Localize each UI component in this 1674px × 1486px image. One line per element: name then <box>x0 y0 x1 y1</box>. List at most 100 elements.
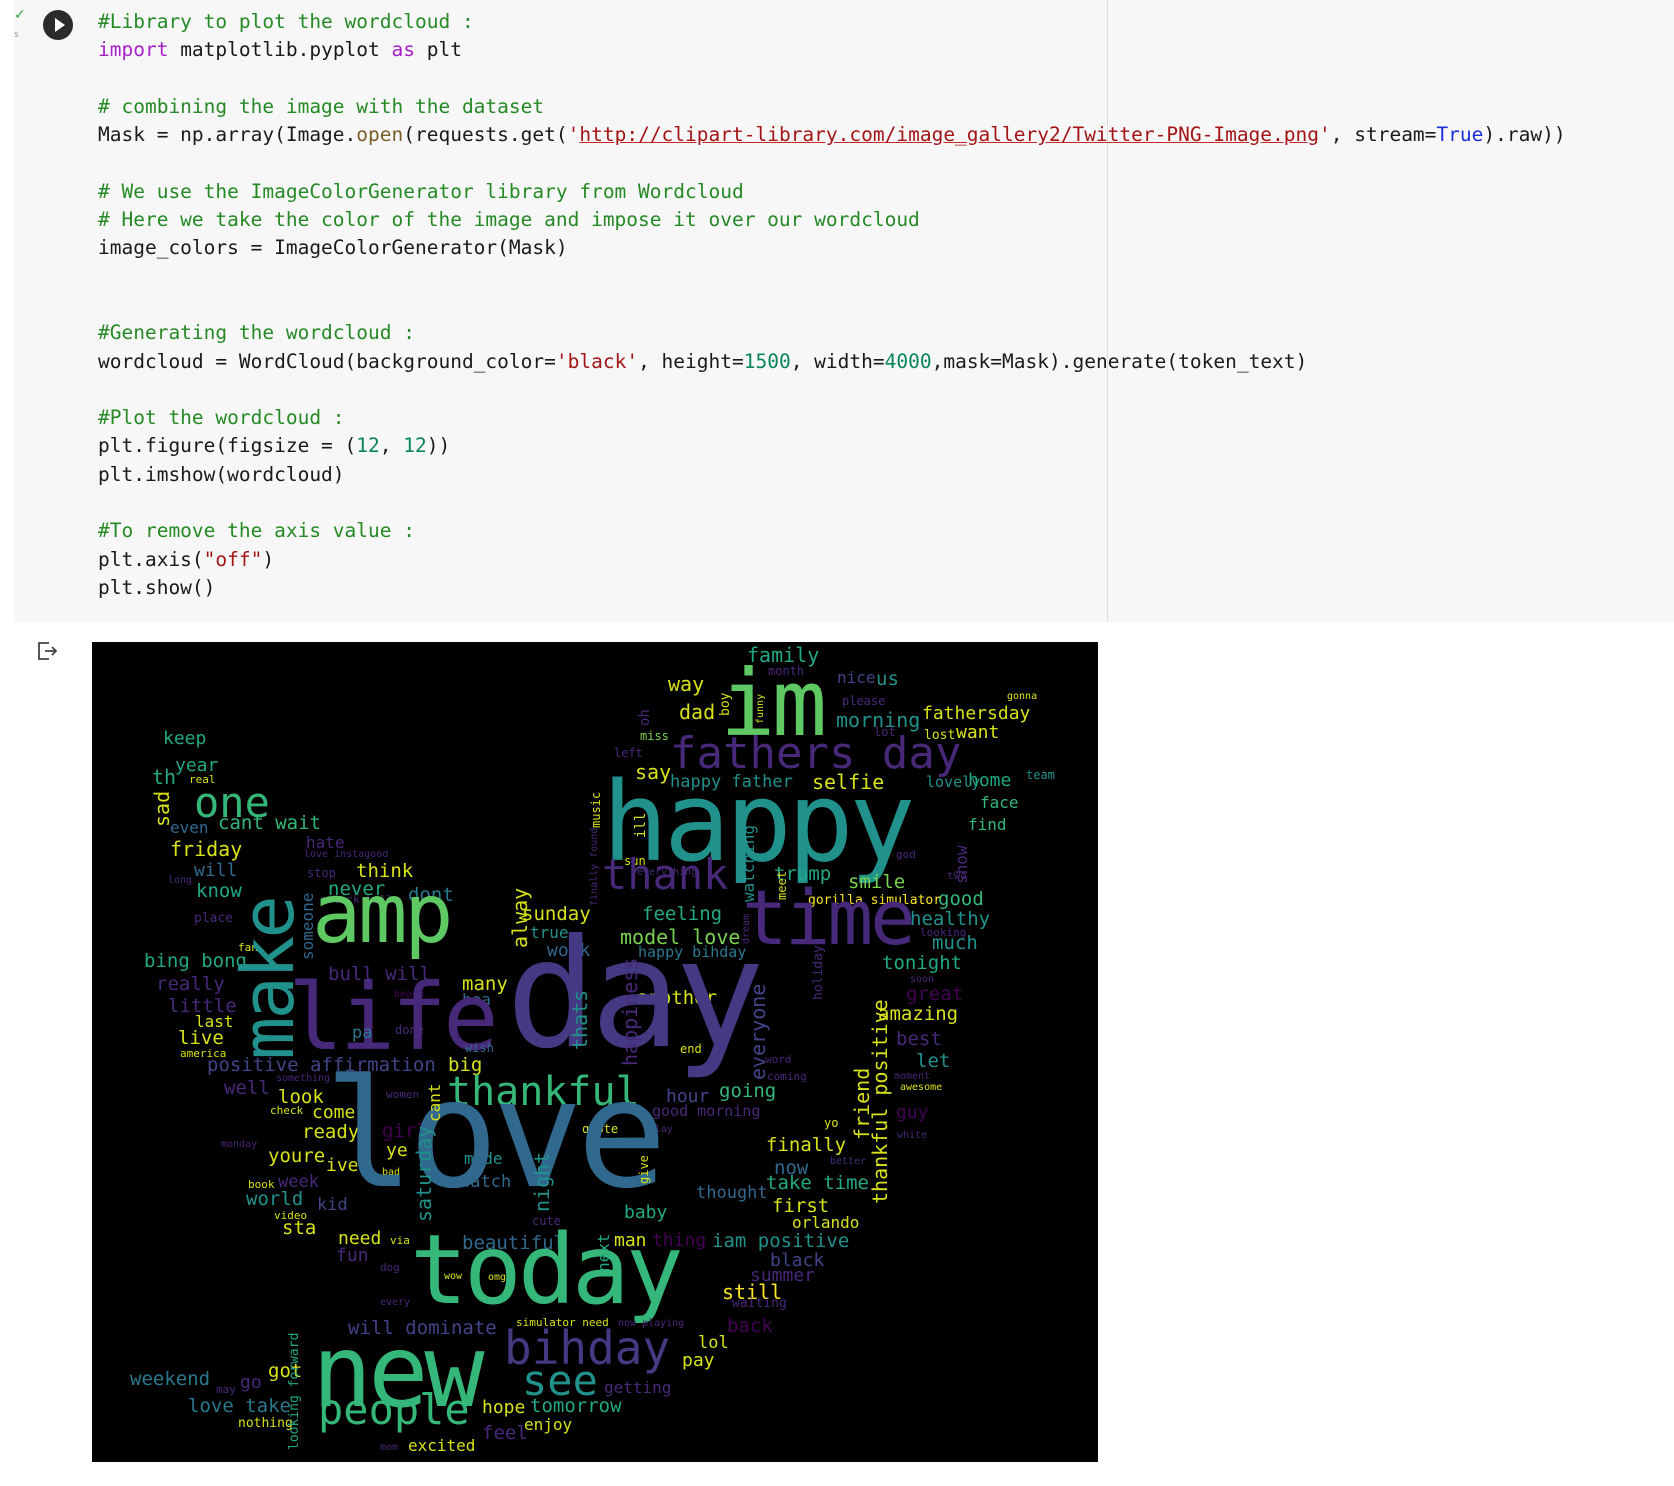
wordcloud-word: back <box>727 1315 773 1337</box>
wordcloud-word: may <box>216 1383 236 1396</box>
code-line: #Plot the wordcloud : <box>98 404 1566 432</box>
output-action-icon[interactable] <box>36 640 58 662</box>
wordcloud-word: awesome <box>900 1082 943 1093</box>
wordcloud-word: youre <box>268 1145 326 1167</box>
code-token: plt <box>415 38 462 62</box>
wordcloud-word: nothing <box>238 1416 293 1431</box>
wordcloud-word: next <box>594 1233 613 1272</box>
code-token: image_colors = ImageColorGenerator(Mask) <box>98 236 568 260</box>
code-token: ,mask=Mask).generate(token_text) <box>931 349 1308 373</box>
code-token: #Plot the wordcloud : <box>98 406 345 430</box>
wordcloud-word: oh <box>637 709 653 726</box>
wordcloud-word: friday <box>170 837 243 861</box>
wordcloud-word: thats <box>568 989 592 1050</box>
wordcloud-word: excited <box>408 1436 476 1455</box>
wordcloud-word: people <box>318 1385 470 1434</box>
code-token: #Generating the wordcloud : <box>98 321 415 345</box>
wordcloud-word: good <box>938 888 984 910</box>
code-token: , stream= <box>1330 123 1437 147</box>
code-token: open <box>356 123 404 147</box>
wordcloud-word: via <box>390 1234 410 1247</box>
wordcloud-word: sad <box>150 790 174 827</box>
wordcloud-word: funny <box>755 693 766 724</box>
wordcloud-word: end <box>680 1042 702 1056</box>
code-token: ).raw)) <box>1483 123 1566 147</box>
wordcloud-word: love take <box>188 1395 291 1417</box>
code-url-link[interactable]: http://clipart-library.com/image_gallery… <box>579 123 1319 146</box>
run-cell-button[interactable] <box>43 10 73 40</box>
wordcloud-word: give <box>637 1155 651 1184</box>
code-token: True <box>1436 123 1484 147</box>
wordcloud-word: best <box>896 1028 942 1050</box>
code-token: 12 <box>356 434 380 458</box>
code-token: Mask = np.array(Image. <box>98 123 357 147</box>
wordcloud-word: much <box>932 932 978 954</box>
wordcloud-word: white <box>897 1130 928 1141</box>
wordcloud-word: gonna <box>1007 691 1038 702</box>
code-token: , height= <box>638 349 744 373</box>
wordcloud-word: dream <box>741 913 752 944</box>
code-token: ' <box>567 123 580 147</box>
wordcloud-word: tomorrow <box>530 1395 622 1417</box>
code-token: wordcloud = WordCloud(background_color= <box>98 349 556 373</box>
wordcloud-word: waiting <box>732 1296 787 1311</box>
wordcloud-word: long <box>168 875 193 886</box>
wordcloud-output-image: family month way im nice us gonna please dad morn… <box>92 642 1098 1462</box>
wordcloud-word: will <box>194 860 238 881</box>
wordcloud-word: every <box>380 1297 411 1308</box>
wordcloud-word: finally <box>766 1134 847 1156</box>
wordcloud-word: time <box>742 873 916 962</box>
code-token: )) <box>426 434 451 458</box>
code-token: ) <box>262 547 275 571</box>
code-line: # combining the image with the dataset <box>98 93 1566 121</box>
wordcloud-word: pa <box>352 1023 373 1043</box>
wordcloud-word: let <box>916 1050 951 1072</box>
wordcloud-word: watching <box>739 824 758 902</box>
wordcloud-word: find <box>968 815 1007 834</box>
code-line: wordcloud = WordCloud(background_color='… <box>98 348 1566 376</box>
wordcloud-word: dad <box>679 700 716 724</box>
wordcloud-word: holiday <box>811 945 826 1000</box>
wordcloud-word: nice <box>837 668 876 687</box>
wordcloud-word: done <box>395 1023 424 1037</box>
wordcloud-word: yo <box>824 1116 839 1130</box>
wordcloud-word: weekend <box>130 1368 211 1390</box>
wordcloud-word: iam positive <box>712 1230 850 1252</box>
wordcloud-word: someone <box>298 892 317 960</box>
wordcloud-word: hope <box>482 1397 526 1418</box>
wordcloud-word: sta <box>282 1217 317 1239</box>
wordcloud-word: friend <box>850 1067 874 1140</box>
wordcloud-word: night <box>530 1151 554 1212</box>
wordcloud-word: saturday <box>412 1125 436 1222</box>
wordcloud-word: make <box>226 898 310 1060</box>
code-token: (requests.get( <box>403 123 568 147</box>
wordcloud-word: take time <box>766 1172 869 1194</box>
code-token: # We use the ImageColorGenerator library… <box>98 179 744 203</box>
wordcloud-word: world <box>246 1188 304 1210</box>
code-token: 1500 <box>743 349 791 373</box>
wordcloud-word: everyone <box>746 983 770 1080</box>
wordcloud-word: cant <box>425 1083 444 1122</box>
wordcloud-word: amp <box>312 867 454 962</box>
wordcloud-word: even <box>170 818 209 837</box>
wordcloud-word: kid <box>317 1195 348 1215</box>
code-line: # Here we take the color of the image an… <box>98 206 1566 234</box>
wordcloud-word: enjoy <box>524 1415 573 1434</box>
execution-check-icon: ✓ <box>14 7 26 23</box>
wordcloud-word: keep <box>163 728 207 749</box>
wordcloud-word: team <box>1026 768 1055 782</box>
code-token: plt.figure(figsize = ( <box>98 434 357 458</box>
code-token: # Here we take the color of the image an… <box>98 208 920 232</box>
code-token: import <box>98 38 169 62</box>
wordcloud-word: want <box>956 722 1000 743</box>
wordcloud-word: th <box>152 765 177 789</box>
code-editor[interactable]: #Library to plot the wordcloud : import m… <box>98 8 1566 602</box>
code-cell[interactable]: ✓ s #Library to plot the wordcloud : impo… <box>14 0 1674 622</box>
wordcloud-word: us <box>876 668 899 690</box>
code-token: 4000 <box>884 349 932 373</box>
